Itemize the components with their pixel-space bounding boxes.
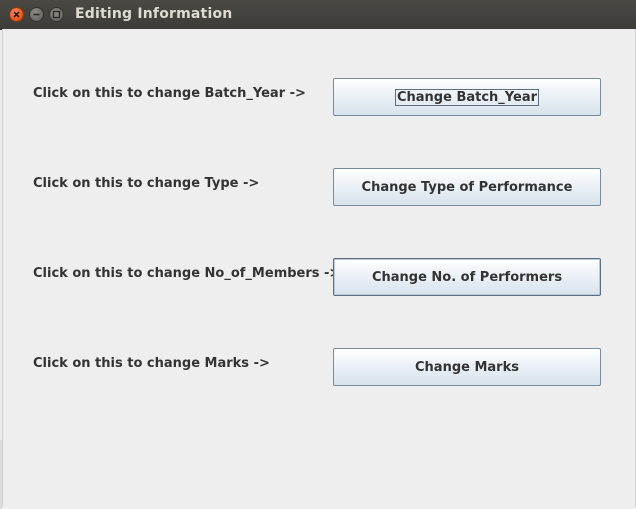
edit-options-panel: Click on this to change Batch_Year -> Ch…: [2, 29, 636, 507]
minimize-icon: [33, 13, 40, 16]
maximize-icon: [52, 10, 61, 19]
change-batch-year-button[interactable]: Change Batch_Year: [333, 78, 601, 116]
change-type-of-performance-button[interactable]: Change Type of Performance: [333, 168, 601, 206]
change-marks-button[interactable]: Change Marks: [333, 348, 601, 386]
no-of-members-label: Click on this to change No_of_Members ->: [33, 266, 341, 281]
close-window-button[interactable]: [9, 7, 24, 22]
title-bar[interactable]: Editing Information: [0, 0, 636, 30]
change-no-of-performers-button-label: Change No. of Performers: [371, 269, 563, 285]
batch-year-label: Click on this to change Batch_Year ->: [33, 86, 306, 101]
change-no-of-performers-button[interactable]: Change No. of Performers: [333, 258, 601, 296]
marks-label: Click on this to change Marks ->: [33, 356, 270, 371]
type-label: Click on this to change Type ->: [33, 176, 260, 191]
window-title: Editing Information: [75, 6, 233, 22]
change-batch-year-button-label: Change Batch_Year: [394, 88, 540, 106]
change-type-of-performance-button-label: Change Type of Performance: [361, 179, 573, 195]
change-marks-button-label: Change Marks: [415, 359, 519, 375]
window-edge: [0, 440, 2, 509]
close-icon: [13, 11, 20, 18]
minimize-window-button[interactable]: [29, 7, 44, 22]
maximize-window-button[interactable]: [49, 7, 64, 22]
editing-information-window: Editing Information Click on this to cha…: [0, 0, 636, 509]
